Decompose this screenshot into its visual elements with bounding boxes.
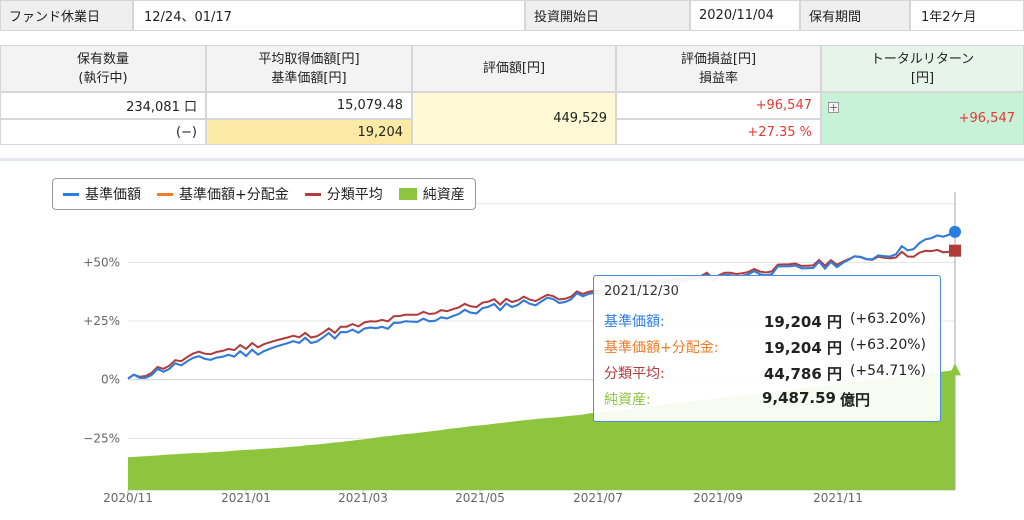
pl-header-line1: 評価損益[円] bbox=[680, 51, 757, 67]
holding-period-value: 1年2ケ月 bbox=[910, 0, 1024, 31]
qty-header: 保有数量 (執行中) bbox=[0, 45, 206, 92]
legend-swatch-category-avg bbox=[304, 192, 321, 196]
qty-header-line2: (執行中) bbox=[78, 70, 128, 86]
tooltip-pct-nav-dist: (+63.20%) bbox=[849, 337, 926, 353]
pl-value: +96,547 bbox=[616, 92, 821, 119]
chart-tooltip: 2021/12/30 基準価額: 19,204 円 (+63.20%) 基準価額… bbox=[593, 275, 941, 422]
legend-label-nav-dist: 基準価額+分配金 bbox=[179, 187, 289, 203]
legend-swatch-net-assets bbox=[398, 188, 417, 200]
x-tick-label: 2020/11 bbox=[103, 491, 153, 505]
total-return-value: + +96,547 bbox=[821, 92, 1024, 145]
legend-item-nav-dist[interactable]: 基準価額+分配金 bbox=[157, 184, 289, 204]
holding-period-label: 保有期間 bbox=[800, 0, 910, 31]
chart-legend: 基準価額 基準価額+分配金 分類平均 純資産 bbox=[52, 178, 476, 210]
x-tick-label: 2021/07 bbox=[573, 491, 623, 505]
total-return-header-line1: トータルリターン bbox=[870, 51, 975, 67]
tooltip-value-nav-dist: 19,204 円 bbox=[763, 339, 842, 357]
tooltip-label-net-assets: 純資産: bbox=[604, 392, 651, 408]
tooltip-value-net-assets: 9,487.59 bbox=[761, 389, 836, 407]
tooltip-date: 2021/12/30 bbox=[604, 284, 679, 299]
tooltip-row-nav-dist: 基準価額+分配金: 19,204 円 (+63.20%) bbox=[604, 337, 934, 359]
legend-swatch-nav-dist bbox=[157, 192, 173, 196]
legend-label-nav: 基準価額 bbox=[85, 187, 141, 203]
legend-swatch-nav bbox=[63, 192, 79, 196]
y-tick-label: 0% bbox=[101, 373, 120, 387]
x-tick-label: 2021/01 bbox=[221, 491, 271, 505]
tooltip-label-category-avg: 分類平均: bbox=[604, 366, 665, 382]
total-return-amount: +96,547 bbox=[958, 111, 1015, 126]
tooltip-value-category-avg: 44,786 円 bbox=[763, 365, 842, 383]
avg-cost-value: 15,079.48 bbox=[206, 92, 412, 119]
legend-label-net-assets: 純資産 bbox=[422, 187, 465, 203]
fund-info-row: ファンド休業日 12/24、01/17 投資開始日 2020/11/04 保有期… bbox=[0, 0, 1024, 31]
x-tick-label: 2021/09 bbox=[693, 491, 743, 505]
tooltip-row-nav: 基準価額: 19,204 円 (+63.20%) bbox=[604, 311, 934, 333]
tooltip-row-category-avg: 分類平均: 44,786 円 (+54.71%) bbox=[604, 363, 934, 385]
pl-rate-value: +27.35 % bbox=[616, 119, 821, 145]
eval-header: 評価額[円] bbox=[412, 45, 616, 92]
x-axis-labels: 2020/11 2021/01 2021/03 2021/05 2021/07 2021/… bbox=[103, 491, 863, 505]
start-date-value: 2020/11/04 bbox=[690, 0, 800, 31]
eval-value: 449,529 bbox=[412, 92, 616, 145]
tooltip-pct-category-avg: (+54.71%) bbox=[849, 363, 926, 379]
legend-label-category-avg: 分類平均 bbox=[326, 187, 383, 203]
tooltip-label-nav-dist: 基準価額+分配金: bbox=[604, 340, 719, 356]
total-return-header-line2: [円] bbox=[910, 70, 935, 86]
legend-item-net-assets[interactable]: 純資産 bbox=[398, 184, 465, 204]
legend-item-category-avg[interactable]: 分類平均 bbox=[304, 184, 383, 204]
avg-cost-header-line2: 基準価額[円] bbox=[271, 70, 347, 86]
total-return-header: トータルリターン [円] bbox=[821, 45, 1024, 92]
pl-header-line2: 損益率 bbox=[698, 70, 738, 86]
y-tick-label: +50% bbox=[83, 255, 120, 269]
nav-end-marker bbox=[949, 225, 961, 238]
x-tick-label: 2021/11 bbox=[813, 491, 863, 505]
avg-cost-header-line1: 平均取得価額[円] bbox=[258, 51, 360, 67]
holiday-value: 12/24、01/17 bbox=[133, 0, 525, 31]
x-tick-label: 2021/03 bbox=[338, 491, 388, 505]
x-tick-label: 2021/05 bbox=[455, 491, 505, 505]
avg-cost-header: 平均取得価額[円] 基準価額[円] bbox=[206, 45, 412, 92]
tooltip-unit-net-assets: 億円 bbox=[839, 391, 870, 409]
qty-pending-value: (−) bbox=[0, 119, 206, 145]
y-tick-label: +25% bbox=[83, 314, 120, 328]
holiday-label: ファンド休業日 bbox=[0, 0, 133, 31]
tooltip-pct-nav: (+63.20%) bbox=[849, 311, 926, 327]
qty-value: 234,081 口 bbox=[0, 92, 206, 119]
category-avg-end-marker bbox=[949, 244, 961, 257]
y-tick-label: −25% bbox=[83, 431, 120, 445]
tooltip-value-nav: 19,204 円 bbox=[763, 313, 842, 331]
pl-header: 評価損益[円] 損益率 bbox=[616, 45, 821, 92]
tooltip-row-net-assets: 純資産: 9,487.59 億円 bbox=[604, 389, 934, 411]
tooltip-label-nav: 基準価額: bbox=[604, 314, 665, 330]
y-axis-labels: +75%+50%+25%0%−25% bbox=[83, 197, 120, 446]
nav-value: 19,204 bbox=[206, 119, 412, 145]
expand-plus-icon[interactable]: + bbox=[828, 102, 839, 113]
qty-header-line1: 保有数量 bbox=[76, 51, 129, 67]
legend-item-nav[interactable]: 基準価額 bbox=[63, 184, 141, 204]
start-date-label: 投資開始日 bbox=[525, 0, 690, 31]
net-assets-end-marker bbox=[949, 363, 961, 376]
